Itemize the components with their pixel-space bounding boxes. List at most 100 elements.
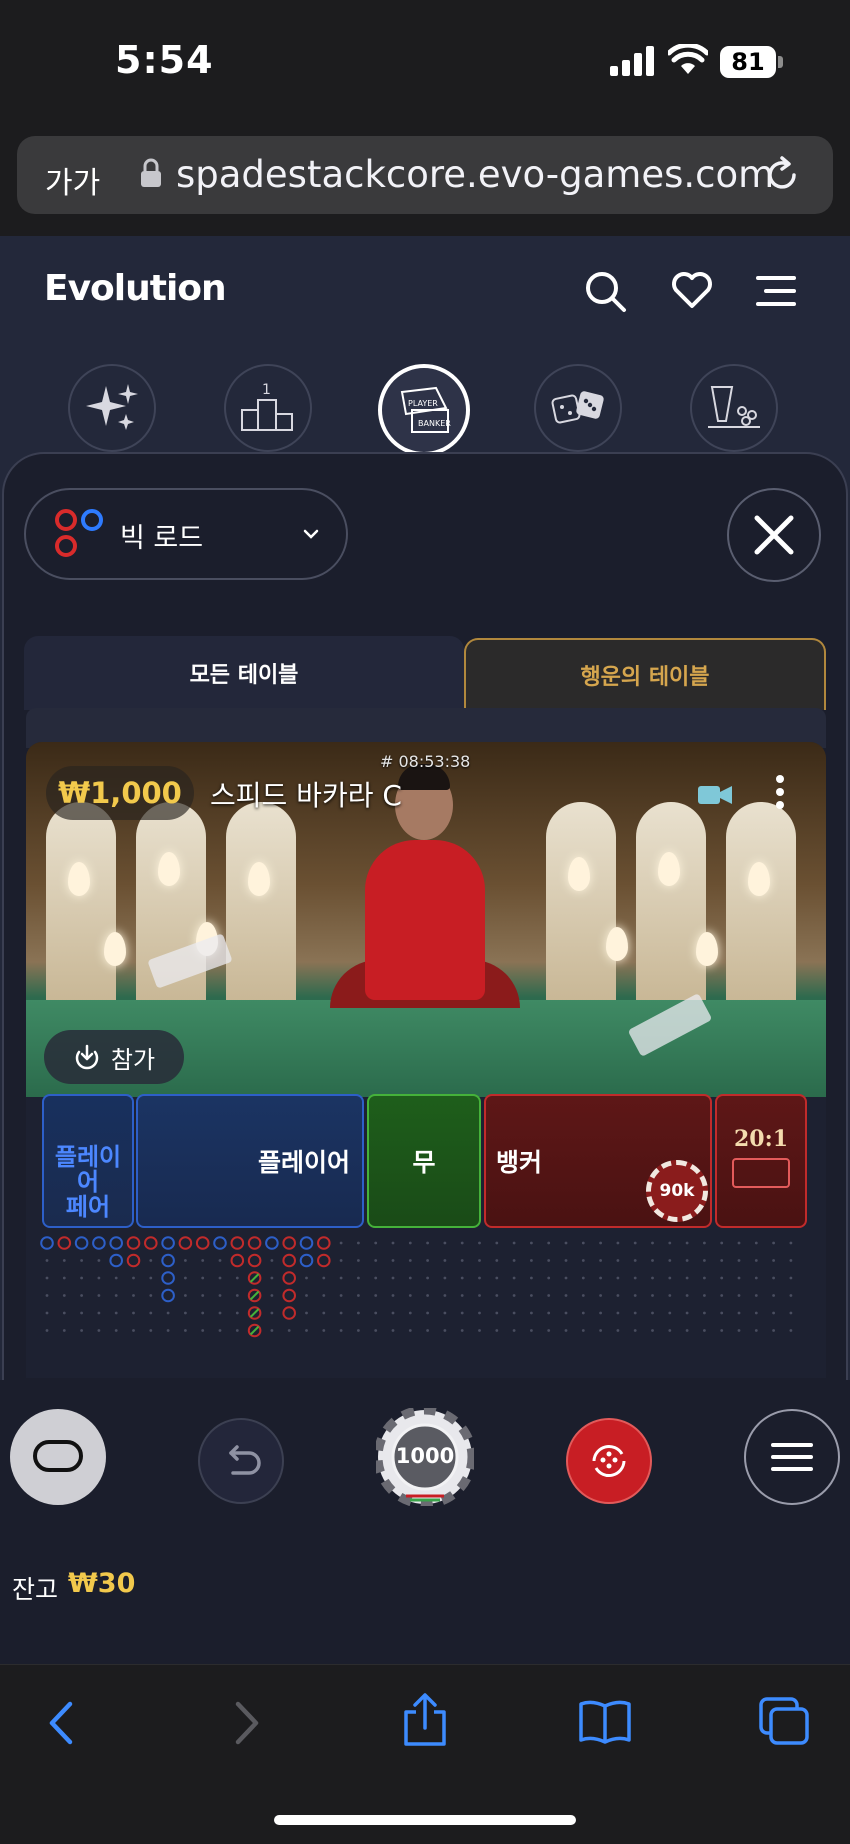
category-top-games[interactable]: 1 [224,364,312,452]
share-icon[interactable] [402,1692,448,1748]
close-button[interactable] [727,488,821,582]
bigroad-empty-cell [720,1311,724,1315]
bigroad-mark [213,1236,227,1250]
bigroad-empty-cell [322,1311,326,1315]
bigroad-empty-cell [772,1329,775,1332]
bookmarks-icon[interactable] [578,1698,632,1744]
tabs-icon[interactable] [758,1696,810,1746]
battery-tip [778,56,783,68]
chat-button[interactable] [10,1409,106,1505]
bigroad-empty-cell [720,1259,724,1262]
bigroad-empty-cell [97,1329,101,1332]
reload-icon[interactable] [762,155,802,195]
undo-button[interactable] [198,1418,284,1504]
bigroad-empty-cell [616,1259,620,1262]
bigroad-empty-cell [235,1311,239,1315]
bigroad-empty-cell [478,1329,481,1332]
menu-icon[interactable] [756,274,796,308]
bigroad-empty-cell [149,1311,153,1315]
heart-icon[interactable] [670,270,714,310]
category-baccarat[interactable]: PLAYER BANKER [378,364,470,456]
bigroad-empty-cell [564,1276,568,1280]
bigroad-empty-cell [218,1276,222,1280]
bigroad-empty-cell [460,1241,464,1245]
url-text[interactable]: spadestackcore.evo-games.com [176,153,774,196]
back-icon[interactable] [46,1700,76,1746]
bigroad-empty-cell [374,1259,378,1262]
bigroad-empty-cell [789,1294,793,1297]
bigroad-tie-slash [249,1325,260,1336]
roadmap-dropdown-label: 빅 로드 [120,523,204,554]
roulette-icon [708,386,760,428]
chip-value: 1000 [395,1444,455,1468]
bigroad-empty-cell [460,1276,464,1280]
bet-player[interactable]: 플레이어 [136,1094,364,1228]
bigroad-empty-cell [201,1329,205,1332]
bigroad-empty-cell [547,1241,551,1245]
category-dice[interactable] [534,364,622,452]
bigroad-empty-cell [80,1329,83,1332]
repeat-icon [592,1444,626,1478]
bigroad-mark [161,1236,175,1250]
bigroad-empty-cell [703,1311,706,1315]
bigroad-empty-cell [754,1276,758,1280]
category-roulette[interactable] [690,364,778,452]
bigroad-empty-cell [460,1259,464,1262]
chip-selector-button[interactable]: 1000 [376,1408,474,1506]
category-featured[interactable] [68,364,156,452]
bigroad-empty-cell [391,1241,395,1245]
balance-label: 잔고 [12,1575,59,1604]
tab-lucky-tables[interactable]: 행운의 테이블 [464,638,826,710]
bigroad-empty-cell [703,1329,706,1332]
bigroad-empty-cell [651,1241,654,1245]
bigroad-empty-cell [754,1241,758,1245]
status-time: 5:54 [115,38,214,82]
bigroad-empty-cell [184,1294,187,1297]
bigroad-empty-cell [651,1311,654,1315]
bigroad-empty-cell [391,1311,395,1315]
bigroad-mark [40,1236,54,1250]
bigroad-empty-cell [149,1259,153,1262]
bigroad-empty-cell [685,1276,689,1280]
bigroad-empty-cell [581,1276,585,1280]
bigroad-empty-cell [495,1241,499,1245]
evolution-logo[interactable]: Evolution [44,268,227,309]
join-table-button[interactable]: 참가 [44,1030,184,1084]
bigroad-empty-cell [374,1241,378,1245]
bigroad-empty-cell [132,1311,135,1315]
bigroad-empty-cell [426,1294,429,1297]
bigroad-empty-cell [772,1241,775,1245]
bigroad-empty-cell [772,1311,775,1315]
bigroad-empty-cell [339,1294,343,1297]
bigroad-icon [55,509,103,557]
bigroad-mark [317,1236,331,1250]
bigroad-mark [92,1236,106,1250]
forward-icon[interactable] [232,1700,262,1746]
bigroad-empty-cell [530,1276,533,1280]
bigroad-mark [299,1236,314,1250]
bigroad-empty-cell [322,1294,326,1297]
search-icon[interactable] [584,270,628,314]
bet-tie[interactable]: 무 [367,1094,481,1228]
bigroad-empty-cell [737,1329,741,1332]
bigroad-empty-cell [97,1294,101,1297]
bigroad-empty-cell [132,1276,135,1280]
bet-player-pair[interactable]: 플레이 어 페어 [42,1094,134,1228]
bigroad-empty-cell [530,1259,533,1262]
bigroad-empty-cell [789,1276,793,1280]
repeat-bet-button[interactable] [566,1418,652,1504]
bigroad-mark [126,1253,141,1268]
bigroad-empty-cell [530,1241,533,1245]
close-icon [754,515,794,555]
podium-icon: 1 [241,382,293,431]
text-size-button[interactable]: 가가 [45,158,100,202]
bigroad-empty-cell [218,1311,222,1315]
game-menu-button[interactable] [744,1409,840,1505]
bigroad-empty-cell [270,1329,274,1332]
bigroad-mark [74,1236,89,1250]
more-options-icon[interactable] [774,774,786,810]
bigroad-empty-cell [547,1311,551,1315]
video-camera-icon[interactable] [698,784,732,806]
bigroad-empty-cell [184,1259,187,1262]
tab-all-tables[interactable]: 모든 테이블 [24,636,464,710]
